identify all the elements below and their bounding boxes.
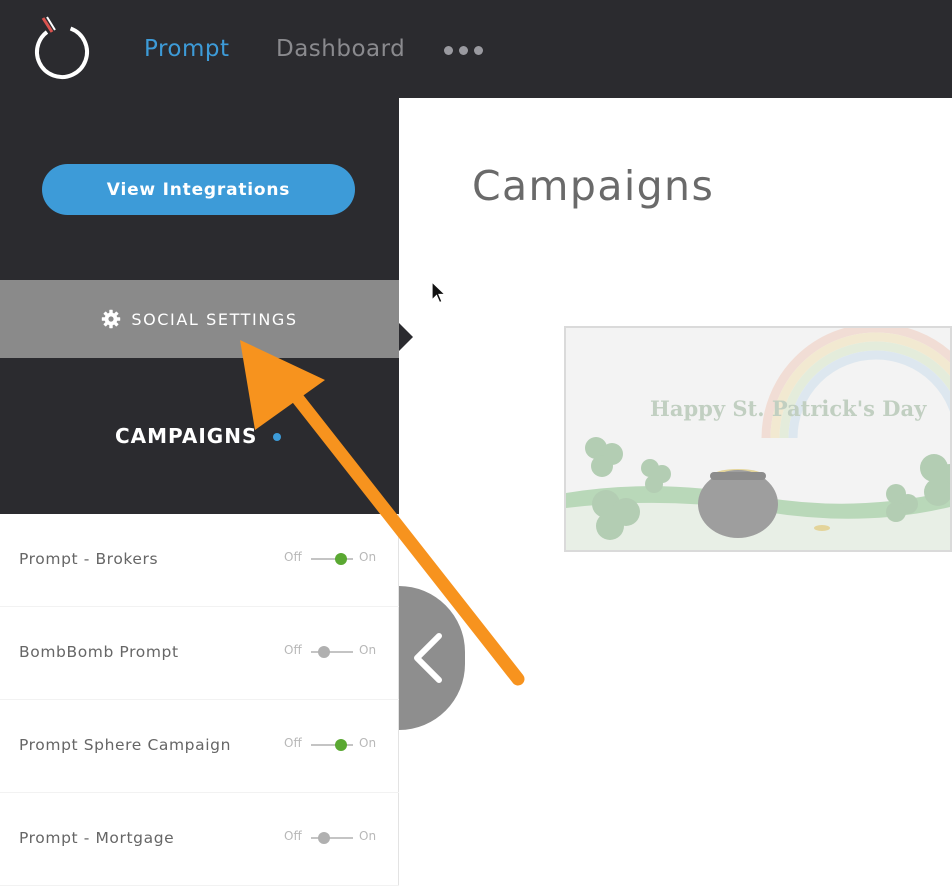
campaign-card[interactable]: Happy St. Patrick's Day <box>564 326 952 552</box>
campaign-row[interactable]: Prompt Sphere Campaign Off On <box>0 700 399 793</box>
campaign-row[interactable]: BombBomb Prompt Off On <box>0 607 399 700</box>
campaigns-heading-panel: CAMPAIGNS <box>0 358 399 514</box>
toggle-off-label: Off <box>284 736 302 750</box>
toggle-on-label: On <box>359 736 377 750</box>
campaign-name: Prompt - Mortgage <box>19 829 175 847</box>
nav-dashboard[interactable]: Dashboard <box>276 36 405 62</box>
chevron-left-icon <box>414 633 442 683</box>
sidebar-header: View Integrations <box>0 98 399 280</box>
campaign-name: BombBomb Prompt <box>19 643 179 661</box>
view-integrations-button[interactable]: View Integrations <box>42 164 355 215</box>
toggle-on-label: On <box>359 829 377 843</box>
more-menu-icon[interactable] <box>444 40 483 60</box>
toggle-off-label: Off <box>284 550 302 564</box>
campaign-list: Prompt - Brokers Off On BombBomb Prompt … <box>0 514 399 886</box>
page-title: Campaigns <box>472 162 715 210</box>
campaign-toggle[interactable]: Off On <box>284 643 380 661</box>
card-title: Happy St. Patrick's Day <box>650 396 927 421</box>
campaigns-heading: CAMPAIGNS <box>115 424 258 448</box>
top-nav-bar: Prompt Dashboard <box>0 0 952 98</box>
toggle-knob[interactable] <box>318 646 330 658</box>
gear-icon <box>102 309 121 329</box>
app-logo-icon[interactable] <box>30 14 94 82</box>
toggle-on-label: On <box>359 550 377 564</box>
nav-prompt[interactable]: Prompt <box>144 36 230 62</box>
campaign-name: Prompt Sphere Campaign <box>19 736 231 754</box>
toggle-on-label: On <box>359 643 377 657</box>
campaign-name: Prompt - Brokers <box>19 550 159 568</box>
social-settings-button[interactable]: SOCIAL SETTINGS <box>0 280 399 358</box>
selected-section-pointer <box>399 323 413 351</box>
sidebar: View Integrations SOCIAL SETTINGS CAMPAI… <box>0 98 399 886</box>
mouse-cursor-icon <box>431 280 447 304</box>
active-indicator-dot <box>273 433 281 441</box>
campaign-card-illustration <box>566 328 950 550</box>
campaign-toggle[interactable]: Off On <box>284 736 380 754</box>
social-settings-label: SOCIAL SETTINGS <box>131 309 298 329</box>
campaign-toggle[interactable]: Off On <box>284 550 380 568</box>
toggle-knob[interactable] <box>335 739 347 751</box>
campaign-toggle[interactable]: Off On <box>284 829 380 847</box>
collapse-sidebar-button[interactable] <box>399 586 465 730</box>
campaign-row[interactable]: Prompt - Brokers Off On <box>0 514 399 607</box>
toggle-off-label: Off <box>284 643 302 657</box>
toggle-knob[interactable] <box>335 553 347 565</box>
toggle-knob[interactable] <box>318 832 330 844</box>
campaign-row[interactable]: Prompt - Mortgage Off On <box>0 793 399 886</box>
toggle-off-label: Off <box>284 829 302 843</box>
